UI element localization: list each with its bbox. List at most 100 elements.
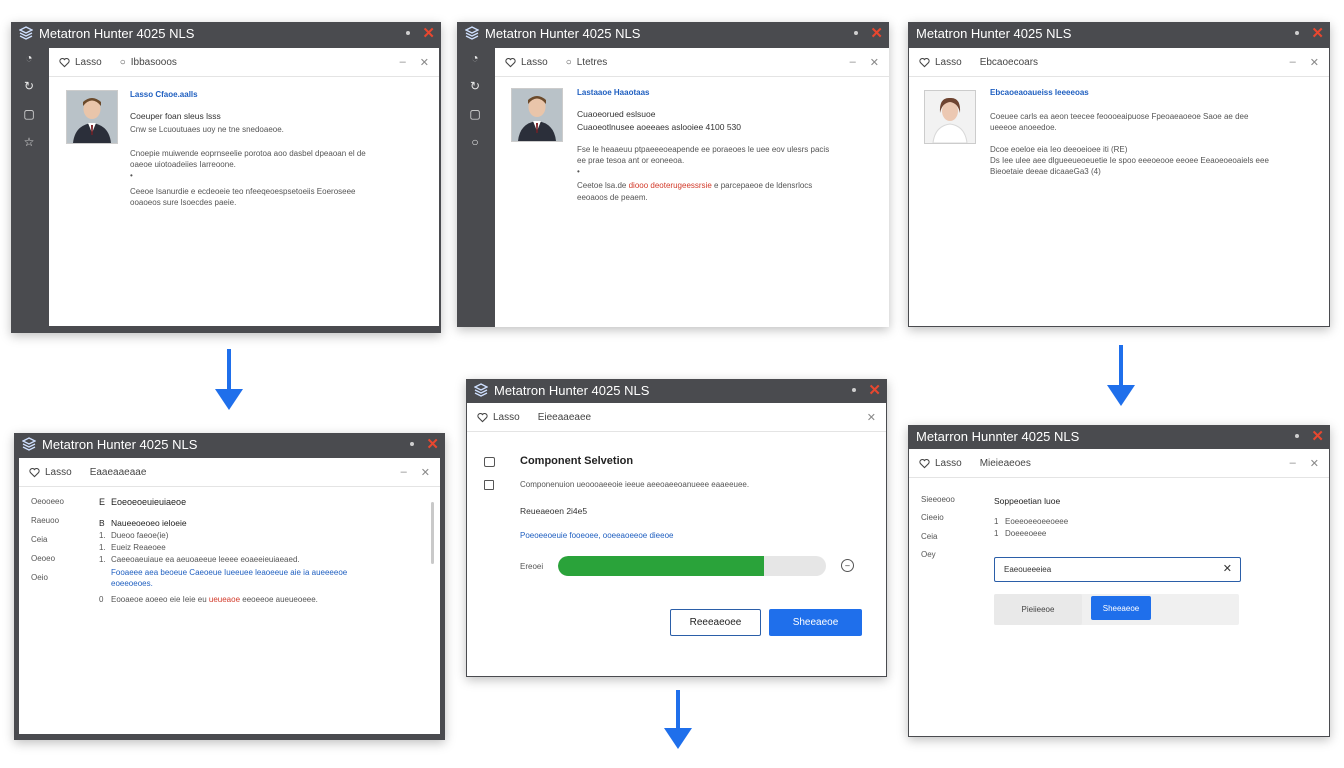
profile-line: Cuaoeorued eslsuoe (577, 109, 656, 119)
down-arrow-icon (664, 690, 692, 749)
user-icon[interactable]: ◔ (457, 44, 493, 72)
tab-lasso[interactable]: Lasso (505, 57, 548, 68)
close-icon[interactable]: ✕ (422, 26, 435, 41)
tab-lasso[interactable]: Lasso (59, 57, 102, 68)
lock-icon (484, 457, 495, 467)
checkbox[interactable] (484, 480, 494, 490)
sidebar-item[interactable]: Sieeoeoo (921, 495, 955, 504)
close-icon[interactable]: ✕ (868, 383, 881, 398)
profile-heading: Lastaaoe Haaotaas (577, 88, 650, 97)
close-panel-icon[interactable]: ✕ (421, 466, 430, 479)
text-segment: e parcepaeoe de ldensrlocs (714, 181, 813, 190)
tab-secondary[interactable]: Mieieaeoes (980, 458, 1031, 469)
list-number: 1. (99, 531, 106, 540)
scrollbar[interactable] (431, 502, 434, 564)
minimize-icon[interactable] (410, 442, 415, 446)
list-item: Eueiz Reaeoee (111, 543, 166, 552)
list-item: Dueoo faeoe(ie) (111, 531, 169, 540)
progress-cancel-icon[interactable]: – (841, 559, 854, 572)
minimize-icon[interactable] (1295, 31, 1300, 35)
section-heading: Soppeoetian luoe (994, 496, 1061, 506)
sidebar-item[interactable]: Ceia (31, 535, 47, 544)
sidebar-item[interactable]: Cieeio (921, 513, 944, 522)
tab-secondary[interactable]: ○ Ibbasooos (120, 57, 177, 68)
heart-icon (59, 57, 70, 68)
list-number: 1 (994, 529, 999, 538)
profile-heading: Lasso Cfaoe.aalls (130, 90, 198, 99)
minimize-panel-icon[interactable]: – (1290, 56, 1296, 69)
left-toolbar: ◔ ↻ ▢ ☆ (11, 44, 47, 333)
minimize-panel-icon[interactable]: – (850, 56, 856, 69)
title-bar: Metatron Hunter 4025 NLS ✕ (457, 22, 889, 44)
close-icon[interactable]: ✕ (1311, 26, 1324, 41)
secondary-button[interactable]: Pieiieeoe (994, 594, 1082, 625)
primary-button[interactable]: Sheeaeoe (769, 609, 862, 636)
tab-secondary[interactable]: Eieeaaeaee (538, 412, 591, 423)
minimize-panel-icon[interactable]: – (400, 56, 406, 69)
avatar (924, 90, 976, 144)
tab-lasso[interactable]: Lasso (29, 467, 72, 478)
star-icon[interactable]: ☆ (11, 128, 47, 156)
tab-secondary[interactable]: ○ Ltetres (566, 57, 608, 68)
sidebar-item[interactable]: Oeio (31, 573, 48, 582)
secondary-button[interactable]: Reeeaeoee (670, 609, 761, 636)
profile-text: ueeeoe anoeedoe. (990, 123, 1057, 132)
tab-label: Ebcaoecoars (979, 56, 1039, 68)
minimize-panel-icon[interactable]: – (1290, 457, 1296, 470)
minimize-icon[interactable] (1295, 434, 1300, 438)
profile-heading: Ebcaoeaoaueiss Ieeeeoas (990, 88, 1089, 97)
refresh-icon[interactable]: ↻ (457, 72, 493, 100)
close-icon[interactable]: ✕ (870, 26, 883, 41)
progress-fill (558, 556, 765, 576)
profile-text: Bieoetaie deeae dicaaeGa3 (4) (990, 167, 1101, 176)
tab-lasso[interactable]: Lasso (919, 57, 962, 68)
primary-button[interactable]: Sheeaeoe (1091, 596, 1151, 620)
section-heading: Component Selvetion (520, 455, 634, 467)
close-panel-icon[interactable]: ✕ (420, 56, 429, 69)
sidebar-item[interactable]: Oey (921, 550, 936, 559)
document-icon[interactable]: ▢ (457, 100, 493, 128)
close-panel-icon[interactable]: ✕ (1310, 56, 1319, 69)
minimize-icon[interactable] (854, 31, 859, 35)
window-selection-form: Metarron Hunnter 4025 NLS ✕ Lasso Mieiea… (908, 425, 1330, 737)
window-profile-1: Metatron Hunter 4025 NLS ✕ ◔ ↻ ▢ ☆ Lasso… (11, 22, 441, 333)
document-icon[interactable]: ▢ (11, 100, 47, 128)
tab-lasso[interactable]: Lasso (919, 458, 962, 469)
user-icon[interactable]: ◔ (11, 44, 47, 72)
sidebar-item[interactable]: Ceia (921, 532, 937, 541)
minimize-icon[interactable] (406, 31, 411, 35)
search-field[interactable]: Eaeoueeeiea ✕ (994, 557, 1241, 582)
tab-secondary[interactable]: Ebcaoecoars (980, 57, 1038, 68)
list-number: 0 (99, 595, 104, 604)
search-input[interactable]: Eaeoueeeiea (1004, 565, 1051, 574)
link-text[interactable]: Poeoeeoeuie fooeoee, ooeeaoeeoe dieeoe (520, 531, 673, 540)
close-panel-icon[interactable]: ✕ (870, 56, 879, 69)
list-number: 1 (994, 517, 999, 526)
app-logo-icon (474, 383, 488, 397)
clear-icon[interactable]: ✕ (1223, 562, 1232, 575)
sidebar-item[interactable]: Oeoeo (31, 554, 55, 563)
minimize-panel-icon[interactable]: – (401, 466, 407, 479)
profile-text: Fse le heaaeuu ptpaeeeoeapende ee poraeo… (577, 145, 830, 154)
tab-bar: Lasso Eaaeaaeaae – ✕ (19, 458, 440, 487)
minimize-icon[interactable] (852, 388, 857, 392)
close-panel-icon[interactable]: ✕ (867, 411, 876, 424)
link-text[interactable]: Fooaeee aea beoeue Caeoeue Iueeuee leaoe… (111, 568, 347, 577)
refresh-icon[interactable]: ↻ (11, 72, 47, 100)
highlight-text: ueueaoe (208, 595, 241, 604)
list-item: Doeeeoeee (1005, 529, 1047, 538)
close-icon[interactable]: ✕ (1311, 429, 1324, 444)
sidebar-item[interactable]: Oeooeeo (31, 497, 64, 506)
link-text[interactable]: eoeeoeoes. (111, 579, 153, 588)
section-heading: Eoeoeoeuieuiaeoe (111, 497, 187, 507)
description-text: Componenuion ueoooaeeoie ieeue aeeoaeeoa… (520, 480, 750, 489)
field-label: Reueaeoen 2i4e5 (520, 506, 588, 516)
sidebar-item[interactable]: Raeuoo (31, 516, 59, 525)
tab-lasso[interactable]: Lasso (477, 412, 520, 423)
tab-secondary[interactable]: Eaaeaaeaae (90, 467, 147, 478)
profile-text: Coeuee carls ea aeon teecee feoooeaipuos… (990, 112, 1249, 121)
close-icon[interactable]: ✕ (426, 437, 439, 452)
close-panel-icon[interactable]: ✕ (1310, 457, 1319, 470)
circle-icon[interactable]: ○ (457, 128, 493, 156)
tab-label: Lasso (935, 457, 962, 469)
